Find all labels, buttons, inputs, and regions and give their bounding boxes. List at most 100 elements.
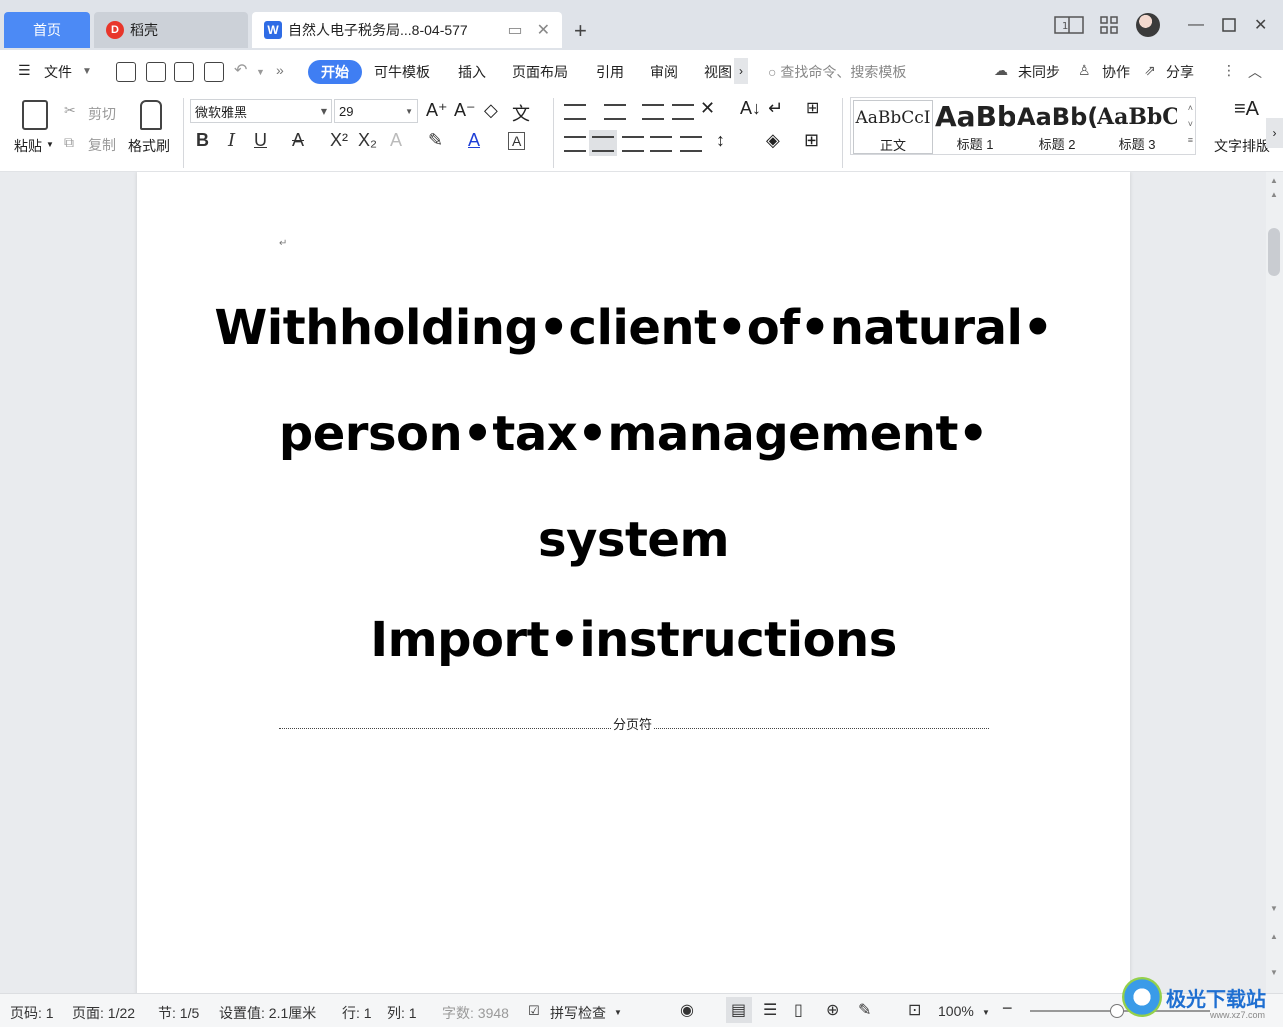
status-row[interactable]: 行: 1 — [342, 1003, 372, 1023]
paste-button[interactable]: 粘贴 — [14, 136, 42, 156]
print-icon[interactable] — [174, 62, 194, 82]
text-layout-button[interactable]: 文字排版 — [1214, 136, 1270, 156]
menu-file[interactable]: 文件 — [44, 62, 72, 82]
text-effect-icon[interactable]: A — [390, 130, 402, 151]
underline-icon[interactable]: U — [254, 130, 267, 151]
minimize-icon[interactable]: — — [1188, 12, 1204, 38]
menu-template[interactable]: 可牛模板 — [374, 62, 430, 82]
scroll-up-fast-icon[interactable]: ▲ — [1270, 190, 1278, 199]
reading-mode-icon[interactable]: 1 — [1054, 12, 1084, 38]
align-center-icon[interactable] — [592, 136, 614, 152]
font-name-select[interactable]: 微软雅黑 ▼ — [190, 99, 332, 123]
menu-review[interactable]: 审阅 — [650, 62, 678, 82]
menu-view[interactable]: 视图 — [704, 62, 734, 82]
fit-page-icon[interactable]: ⊡ — [908, 1000, 921, 1020]
status-word-count[interactable]: 字数: 3948 — [442, 1003, 509, 1023]
clear-format-icon[interactable]: ◇ — [484, 100, 498, 121]
undo-icon[interactable]: ↶ — [234, 60, 247, 80]
style-heading-2[interactable]: AaBb( 标题 2 — [1017, 100, 1097, 154]
numbered-list-icon[interactable] — [604, 104, 626, 120]
justify-icon[interactable] — [650, 136, 672, 152]
char-border-icon[interactable]: A — [508, 132, 526, 150]
style-heading-3[interactable]: AaBbC 标题 3 — [1097, 100, 1177, 154]
command-search[interactable]: ○ 查找命令、搜索模板 — [768, 62, 906, 82]
strikethrough-icon[interactable]: A — [292, 130, 304, 151]
chinese-layout-icon[interactable]: ✕ — [700, 98, 715, 119]
save-icon[interactable] — [116, 62, 136, 82]
italic-icon[interactable]: I — [228, 130, 235, 151]
export-pdf-icon[interactable] — [146, 62, 166, 82]
align-right-icon[interactable] — [622, 136, 644, 152]
share-button[interactable]: 分享 — [1166, 62, 1194, 82]
superscript-icon[interactable]: X² — [330, 130, 348, 151]
web-view-icon[interactable]: ⊕ — [826, 1000, 839, 1020]
paste-dropdown-icon[interactable]: ▼ — [46, 140, 54, 149]
status-section[interactable]: 节: 1/5 — [158, 1003, 199, 1023]
unsynced-status[interactable]: 未同步 — [1018, 62, 1060, 82]
shading-icon[interactable]: ◈ — [766, 130, 780, 151]
ribbon-scroll-right-icon[interactable]: › — [1266, 118, 1283, 148]
ruler-icon[interactable]: ⊞ — [806, 98, 819, 118]
scroll-thumb[interactable] — [1268, 228, 1280, 276]
reading-view-icon[interactable]: ▯ — [794, 1000, 803, 1020]
undo-dropdown-icon[interactable]: ▼ — [256, 67, 265, 77]
scroll-down-icon[interactable]: ▼ — [1270, 904, 1278, 913]
page-view-icon[interactable]: ▤ — [731, 1000, 746, 1020]
text-layout-icon[interactable]: ≡A — [1234, 98, 1259, 121]
prev-page-icon[interactable]: ▲ — [1270, 932, 1278, 941]
grow-font-icon[interactable]: A⁺ — [426, 100, 448, 121]
scroll-up-icon[interactable]: ▲ — [1270, 176, 1278, 185]
decrease-indent-icon[interactable] — [642, 104, 664, 120]
line-break-icon[interactable]: ↵ — [768, 98, 783, 119]
status-pages[interactable]: 页面: 1/22 — [72, 1003, 135, 1023]
spell-check-dropdown-icon[interactable]: ▼ — [614, 1008, 622, 1017]
status-col[interactable]: 列: 1 — [387, 1003, 417, 1023]
vertical-scrollbar[interactable]: ▲ ▲ ▼ ▲ ▼ — [1266, 172, 1283, 993]
menu-insert[interactable]: 插入 — [458, 62, 486, 82]
collaborate-button[interactable]: 协作 — [1102, 62, 1130, 82]
tab-document[interactable]: W 自然人电子税务局...8-04-577 ▭ ✕ — [252, 12, 562, 48]
bold-icon[interactable]: B — [196, 130, 209, 151]
menu-start[interactable]: 开始 — [308, 60, 362, 84]
zoom-dropdown-icon[interactable]: ▼ — [982, 1008, 990, 1017]
styles-scroll-icon[interactable]: ˄ ˅ ≡ — [1188, 100, 1193, 148]
new-tab-button[interactable]: + — [574, 18, 587, 44]
document-page[interactable]: ↵ Withholding•client•of•natural• person•… — [137, 172, 1130, 993]
outline-view-icon[interactable]: ☰ — [763, 1000, 777, 1020]
distribute-icon[interactable] — [680, 136, 702, 152]
line-spacing-icon[interactable]: ↕ — [716, 130, 725, 151]
style-normal[interactable]: AaBbCcI 正文 — [853, 100, 933, 154]
format-painter-button[interactable]: 格式刷 — [128, 136, 170, 156]
highlight-icon[interactable]: ✎ — [428, 130, 443, 151]
print-preview-icon[interactable] — [204, 62, 224, 82]
shrink-font-icon[interactable]: A⁻ — [454, 100, 476, 121]
maximize-icon[interactable] — [1222, 12, 1236, 38]
copy-button[interactable]: 复制 — [88, 135, 116, 155]
zoom-level[interactable]: 100% — [938, 1003, 974, 1019]
align-left-icon[interactable] — [564, 136, 586, 152]
eye-protection-icon[interactable]: ◉ — [680, 1000, 694, 1020]
close-window-icon[interactable]: ✕ — [1254, 12, 1267, 38]
menu-scroll-right-icon[interactable]: › — [734, 58, 748, 84]
style-heading-1[interactable]: AaBb 标题 1 — [935, 100, 1015, 154]
bullet-list-icon[interactable] — [564, 104, 586, 120]
writing-mode-icon[interactable]: ✎ — [858, 1000, 871, 1020]
zoom-out-icon[interactable]: − — [1002, 998, 1013, 1019]
hamburger-menu-icon[interactable]: ☰ — [18, 62, 31, 79]
increase-indent-icon[interactable] — [672, 104, 694, 120]
font-size-select[interactable]: 29 ▼ — [334, 99, 418, 123]
menu-reference[interactable]: 引用 — [596, 62, 624, 82]
spell-check-button[interactable]: 拼写检查 — [550, 1003, 606, 1023]
pin-window-icon[interactable]: ▭ — [507, 20, 522, 40]
user-avatar[interactable] — [1136, 13, 1160, 37]
grid-apps-icon[interactable] — [1100, 12, 1118, 38]
status-page-number[interactable]: 页码: 1 — [10, 1003, 54, 1023]
subscript-icon[interactable]: X₂ — [358, 130, 377, 151]
cut-button[interactable]: 剪切 — [88, 104, 116, 124]
more-options-icon[interactable]: ⋮ — [1222, 62, 1236, 79]
collapse-ribbon-icon[interactable]: ︿ — [1248, 62, 1262, 82]
menu-layout[interactable]: 页面布局 — [512, 62, 568, 82]
file-dropdown-icon[interactable]: ▼ — [82, 66, 92, 77]
tab-home[interactable]: 首页 — [4, 12, 90, 48]
borders-icon[interactable]: ⊞ — [804, 130, 819, 151]
